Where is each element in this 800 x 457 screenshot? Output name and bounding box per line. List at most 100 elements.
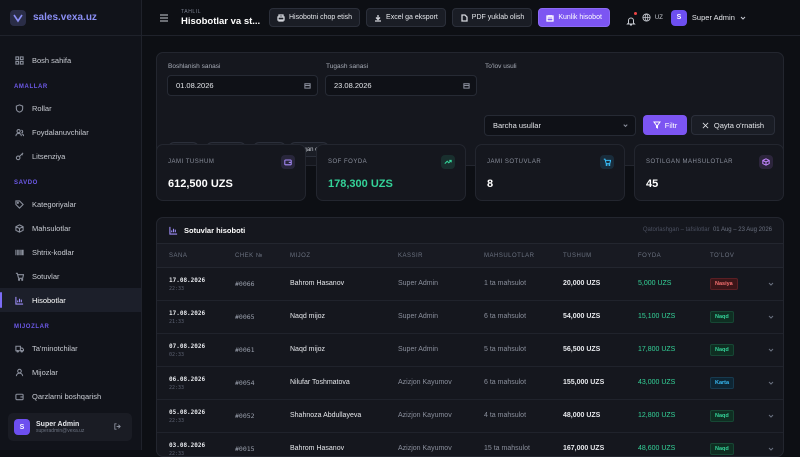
row-time: 22:33	[169, 451, 185, 457]
table-row[interactable]: 03.08.2026 22:33 #0015 Bahrom Hasanov Az…	[157, 433, 783, 457]
avatar: S	[14, 419, 30, 435]
sidebar-item-label: Ta'minotchilar	[32, 343, 78, 353]
chevron-down-icon[interactable]	[768, 380, 774, 386]
notifications-button[interactable]	[626, 11, 637, 25]
start-date-input[interactable]: 01.08.2026	[167, 75, 318, 96]
calendar-icon	[546, 14, 554, 22]
table-row[interactable]: 05.08.2026 22:33 #0052 Shahnoza Abdullay…	[157, 400, 783, 433]
chevron-down-icon[interactable]	[768, 281, 774, 287]
chart-icon	[15, 296, 24, 305]
brand-name: sales.vexa.uz	[33, 12, 97, 23]
sidebar-item[interactable]: Ta'minotchilar	[0, 336, 141, 360]
column-header[interactable]: FOYDA	[638, 253, 661, 259]
row-time: 02:33	[169, 352, 185, 358]
row-items: 5 ta mahsulot	[484, 346, 527, 353]
sidebar-item[interactable]: Sotuvlar	[0, 264, 141, 288]
table-row[interactable]: 06.08.2026 22:33 #0054 Nilufar Toshmatov…	[157, 367, 783, 400]
sidebar-nav: Bosh sahifa AMALLAR Rollar Foydalanuvchilar…	[0, 36, 141, 408]
cart-icon	[603, 158, 611, 166]
sidebar-section-title: SAVDO	[14, 180, 38, 186]
column-header[interactable]: KASSIR	[398, 253, 423, 259]
table-row[interactable]: 17.08.2026 21:33 #0065 Naqd mijoz Super …	[157, 301, 783, 334]
print-report-button[interactable]: Hisobotni chop etish	[269, 8, 361, 27]
sidebar-item-label: Mahsulotlar	[32, 223, 71, 233]
stat-value: 8	[487, 178, 494, 190]
column-header[interactable]: SANA	[169, 253, 187, 259]
column-header[interactable]: TUSHUM	[563, 253, 592, 259]
payment-badge: Nasiya	[710, 278, 738, 290]
row-items: 4 ta mahsulot	[484, 412, 527, 419]
pdf-download-button[interactable]: PDF yuklab olish	[451, 8, 533, 27]
row-check-number: #0015	[235, 445, 255, 453]
stat-card: SOF FOYDA 178,300 UZS	[316, 144, 466, 201]
language-switcher[interactable]: UZ	[642, 13, 663, 22]
row-date: 17.08.2026	[169, 310, 206, 317]
logout-icon[interactable]	[113, 422, 122, 431]
table-title: Sotuvlar hisoboti	[184, 226, 246, 235]
sidebar-item-home[interactable]: Bosh sahifa	[0, 48, 141, 72]
tag-icon	[15, 199, 24, 209]
stat-label: JAMI SOTUVLAR	[487, 159, 542, 165]
row-profit: 17,800 UZS	[638, 346, 676, 353]
sidebar-item[interactable]: Hisobotlar	[0, 288, 141, 312]
chevron-down-icon[interactable]	[768, 347, 774, 353]
chevron-down-icon[interactable]	[768, 446, 774, 452]
end-date-value: 23.08.2026	[334, 81, 372, 90]
user-menu[interactable]: S Super Admin	[670, 9, 746, 26]
end-date-input[interactable]: 23.08.2026	[325, 75, 477, 96]
stat-card: JAMI TUSHUM 612,500 UZS	[156, 144, 306, 201]
table-row[interactable]: 07.08.2026 02:33 #0061 Naqd mijoz Super …	[157, 334, 783, 367]
stat-label: SOTILGAN MAHSULOTLAR	[646, 159, 734, 165]
brand[interactable]: sales.vexa.uz	[0, 0, 141, 36]
sidebar-item-label: Kategoriyalar	[32, 199, 77, 209]
chevron-down-icon[interactable]	[768, 314, 774, 320]
sidebar-item[interactable]: Litsenziya	[0, 144, 141, 168]
column-header[interactable]: MIJOZ	[290, 253, 311, 259]
chevron-down-icon[interactable]	[768, 413, 774, 419]
row-profit: 43,000 UZS	[638, 379, 676, 386]
sidebar-item-label: Shtrix-kodlar	[32, 247, 75, 257]
row-check-number: #0052	[235, 412, 255, 420]
column-header[interactable]: CHEK №	[235, 253, 263, 259]
sidebar-item-label: Mijozlar	[32, 367, 58, 377]
sidebar-item[interactable]: Kategoriyalar	[0, 192, 141, 216]
sidebar-item[interactable]: Mijozlar	[0, 360, 141, 384]
payment-method-select[interactable]: Barcha usullar	[484, 115, 636, 136]
excel-export-label: Excel ga eksport	[386, 14, 438, 21]
cart-icon	[15, 272, 24, 281]
row-profit: 12,800 UZS	[638, 412, 676, 419]
box-icon	[762, 158, 770, 166]
sidebar-item[interactable]: Mahsulotlar	[0, 216, 141, 240]
filter-button[interactable]: Filtr	[643, 115, 687, 135]
table-row[interactable]: 17.08.2026 22:33 #0066 Bahrom Hasanov Su…	[157, 268, 783, 301]
reset-button[interactable]: Qayta o'rnatish	[691, 115, 775, 135]
pdf-download-label: PDF yuklab olish	[471, 14, 525, 21]
row-cashier: Azizjon Kayumov	[398, 412, 452, 419]
menu-icon[interactable]	[159, 13, 169, 23]
download-icon	[375, 14, 382, 22]
column-header[interactable]: MAHSULOTLAR	[484, 253, 535, 259]
daily-report-button[interactable]: Kunlik hisobot	[538, 8, 610, 27]
sidebar-item[interactable]: Rollar	[0, 96, 141, 120]
sidebar-user-email: superadmin@vexa.uz	[36, 427, 85, 434]
sidebar-item[interactable]: Foydalanuvchilar	[0, 120, 141, 144]
printer-icon	[277, 13, 285, 22]
row-date: 05.08.2026	[169, 409, 206, 416]
notification-dot	[633, 11, 637, 15]
sidebar-item-label: Sotuvlar	[32, 271, 60, 281]
row-time: 22:33	[169, 385, 185, 391]
row-client: Naqd mijoz	[290, 346, 326, 353]
sidebar-item[interactable]: Shtrix-kodlar	[0, 240, 141, 264]
end-date-label: Tugash sanasi	[326, 63, 369, 70]
sidebar-item[interactable]: Qarzlarni boshqarish	[0, 384, 141, 408]
sidebar-user-card[interactable]: S Super Admin superadmin@vexa.uz	[8, 413, 132, 441]
sidebar-item-label: Litsenziya	[32, 151, 66, 161]
column-header[interactable]: TO'LOV	[710, 253, 734, 259]
excel-export-button[interactable]: Excel ga eksport	[366, 8, 446, 27]
row-profit: 15,100 UZS	[638, 313, 676, 320]
row-revenue: 155,000 UZS	[563, 379, 605, 386]
row-items: 6 ta mahsulot	[484, 313, 527, 320]
calendar-icon	[463, 83, 470, 89]
payment-badge: Naqd	[710, 344, 734, 356]
payment-method-label: To'lov usuli	[485, 63, 517, 70]
